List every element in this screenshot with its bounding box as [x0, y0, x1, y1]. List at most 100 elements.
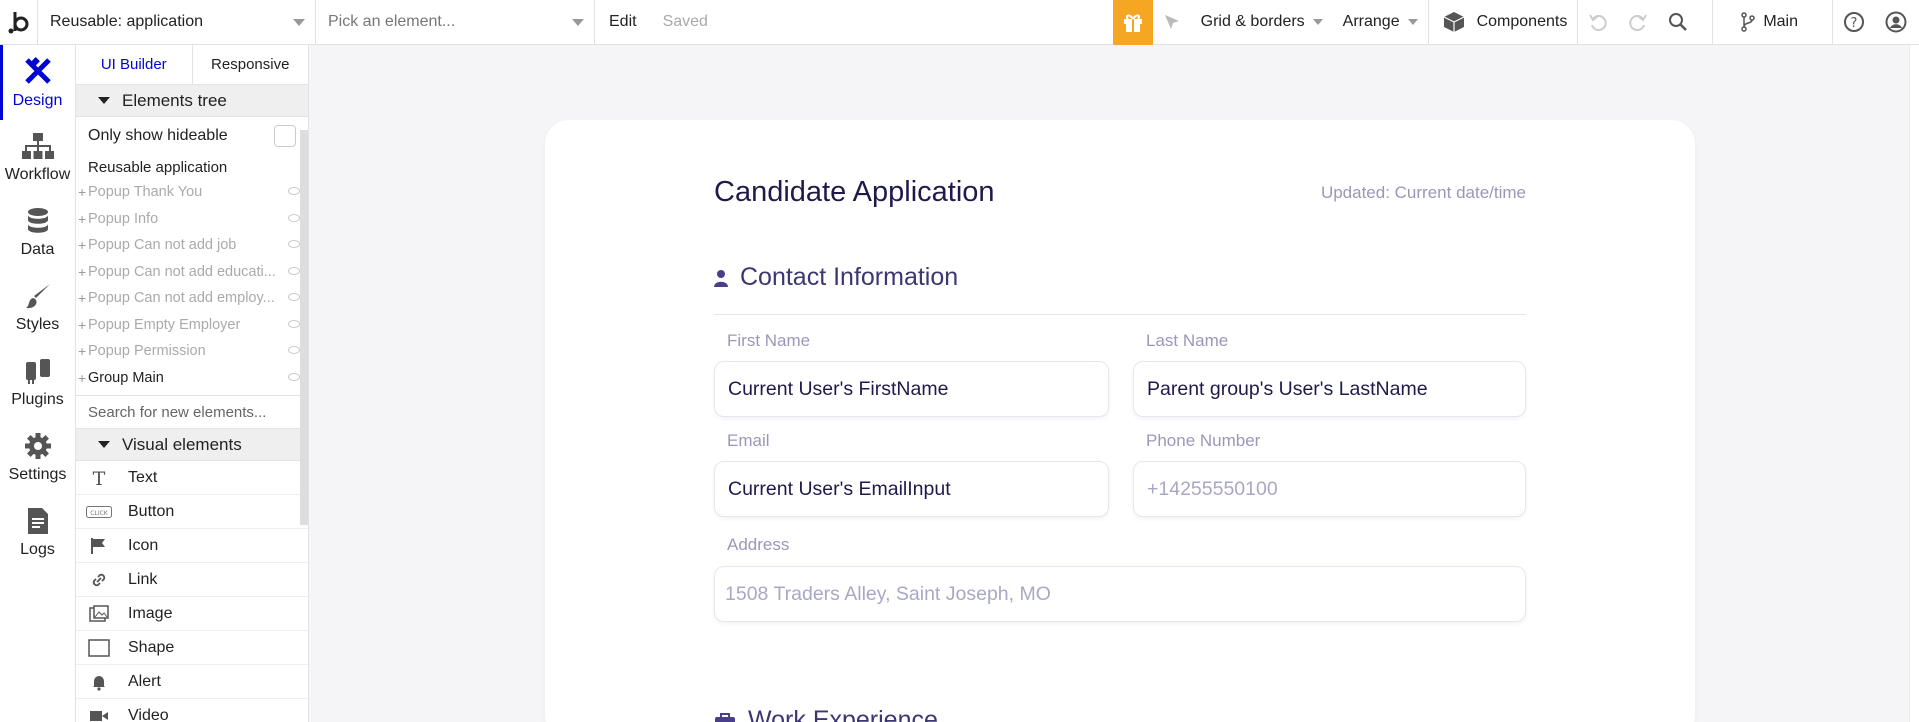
email-input[interactable]: Current User's EmailInput [714, 461, 1109, 517]
element-picker-label: Pick an element... [328, 13, 456, 30]
eye-icon[interactable] [288, 187, 300, 195]
visual-element-text[interactable]: T Text [76, 461, 308, 495]
elements-tree-header[interactable]: Elements tree [76, 85, 308, 117]
tree-item[interactable]: + Popup Permission [76, 338, 308, 365]
canvas-scrollbar[interactable] [1909, 45, 1919, 722]
workflow-icon [21, 132, 54, 159]
search-icon[interactable] [1658, 0, 1712, 45]
nav-styles-label: Styles [15, 315, 60, 333]
search-elements-input[interactable]: Search for new elements... [76, 395, 308, 429]
eye-icon[interactable] [288, 372, 300, 381]
tree-item[interactable]: + Popup Empty Employer [76, 312, 308, 339]
cube-icon [1443, 12, 1464, 32]
visual-element-video[interactable]: Video [76, 699, 308, 722]
eye-icon[interactable] [288, 319, 300, 328]
application-card[interactable] [545, 120, 1695, 722]
eye-icon[interactable] [288, 293, 300, 301]
bubble-logo-icon[interactable] [0, 0, 38, 45]
only-hideable-label: Only show hideable [88, 127, 228, 144]
nav-settings[interactable]: Settings [0, 420, 75, 495]
expand-plus-icon[interactable]: + [78, 211, 88, 227]
first-name-input[interactable]: Current User's FirstName [714, 361, 1109, 417]
nav-styles[interactable]: Styles [0, 270, 75, 345]
visual-element-label: Text [128, 468, 158, 486]
account-icon[interactable] [1875, 0, 1919, 45]
nav-workflow[interactable]: Workflow [0, 120, 75, 195]
updated-timestamp[interactable]: Updated: Current date/time [1321, 183, 1526, 203]
expand-plus-icon[interactable]: + [78, 184, 88, 200]
nav-logs[interactable]: Logs [0, 495, 75, 570]
nav-data[interactable]: Data [0, 195, 75, 270]
contact-section-heading[interactable]: Contact Information [714, 263, 958, 292]
expand-plus-icon[interactable]: + [78, 370, 88, 386]
only-hideable-checkbox[interactable] [274, 125, 296, 147]
element-picker-dropdown[interactable]: Pick an element... [316, 0, 595, 45]
visual-element-icon[interactable]: Icon [76, 529, 308, 563]
tree-root[interactable]: Reusable application [76, 155, 308, 179]
visual-element-shape[interactable]: Shape [76, 631, 308, 665]
tab-ui-builder[interactable]: UI Builder [76, 45, 193, 84]
visual-element-image[interactable]: Image [76, 597, 308, 631]
eye-icon[interactable] [288, 266, 300, 275]
brush-icon [25, 283, 50, 308]
text-icon: T [86, 468, 112, 488]
expand-plus-icon[interactable]: + [78, 264, 88, 280]
video-icon [86, 706, 112, 722]
expand-plus-icon[interactable]: + [78, 343, 88, 359]
visual-element-label: Shape [128, 638, 175, 656]
last-name-input[interactable]: Parent group's User's LastName [1133, 361, 1526, 417]
undo-icon[interactable] [1577, 0, 1618, 45]
eye-icon[interactable] [288, 346, 300, 354]
image-icon [86, 604, 112, 624]
plug-icon [25, 358, 50, 384]
visual-elements-label: Visual elements [122, 434, 242, 454]
panel-scrollbar[interactable] [300, 130, 308, 525]
select-cursor-icon[interactable] [1153, 0, 1191, 45]
address-input[interactable]: 1508 Traders Alley, Saint Joseph, MO [714, 566, 1526, 622]
grid-borders-label: Grid & borders [1200, 13, 1305, 30]
tree-item-label: Popup Can not add educati... [88, 263, 276, 280]
svg-text:T: T [93, 469, 106, 487]
nav-plugins[interactable]: Plugins [0, 345, 75, 420]
nav-design[interactable]: Design [0, 45, 75, 120]
visual-element-label: Alert [128, 672, 161, 690]
nav-logs-label: Logs [20, 540, 55, 558]
components-button[interactable]: Components [1427, 0, 1578, 45]
elements-tree-label: Elements tree [122, 90, 227, 110]
arrange-menu[interactable]: Arrange [1333, 0, 1428, 45]
tree-item-label: Popup Permission [88, 343, 206, 360]
tree-item[interactable]: + Popup Can not add employ... [76, 285, 308, 312]
phone-input[interactable]: +14255550100 [1133, 461, 1526, 517]
visual-elements-header[interactable]: Visual elements [76, 429, 308, 461]
visual-element-link[interactable]: Link [76, 563, 308, 597]
page-title[interactable]: Candidate Application [714, 176, 995, 209]
branch-selector[interactable]: Main [1712, 0, 1832, 45]
expand-plus-icon[interactable]: + [78, 237, 88, 253]
redo-icon[interactable] [1618, 0, 1658, 45]
work-section-heading[interactable]: Work Experience [714, 706, 938, 722]
tree-item[interactable]: + Popup Can not add educati... [76, 259, 308, 286]
gear-icon [24, 432, 51, 459]
help-icon[interactable]: ? [1832, 0, 1875, 45]
collapse-triangle-icon [98, 441, 110, 448]
user-icon [714, 269, 728, 287]
visual-element-button[interactable]: CLICK Button [76, 495, 308, 529]
grid-borders-menu[interactable]: Grid & borders [1191, 0, 1333, 45]
eye-icon[interactable] [288, 213, 300, 222]
tree-item[interactable]: + Popup Info [76, 206, 308, 233]
eye-icon[interactable] [288, 240, 300, 248]
gift-icon[interactable] [1112, 0, 1153, 45]
components-label: Components [1476, 13, 1568, 30]
tree-item[interactable]: + Popup Thank You [76, 179, 308, 206]
page-dropdown[interactable]: Reusable: application [38, 0, 316, 45]
tab-responsive[interactable]: Responsive [193, 45, 309, 84]
email-label: Email [727, 431, 770, 450]
edit-menu[interactable]: Edit [609, 13, 637, 31]
tree-item[interactable]: + Popup Can not add job [76, 232, 308, 259]
expand-plus-icon[interactable]: + [78, 317, 88, 333]
visual-element-alert[interactable]: Alert [76, 665, 308, 699]
expand-plus-icon[interactable]: + [78, 290, 88, 306]
tree-item[interactable]: + Group Main [76, 365, 308, 392]
branch-label: Main [1763, 13, 1798, 30]
document-icon [27, 507, 48, 534]
